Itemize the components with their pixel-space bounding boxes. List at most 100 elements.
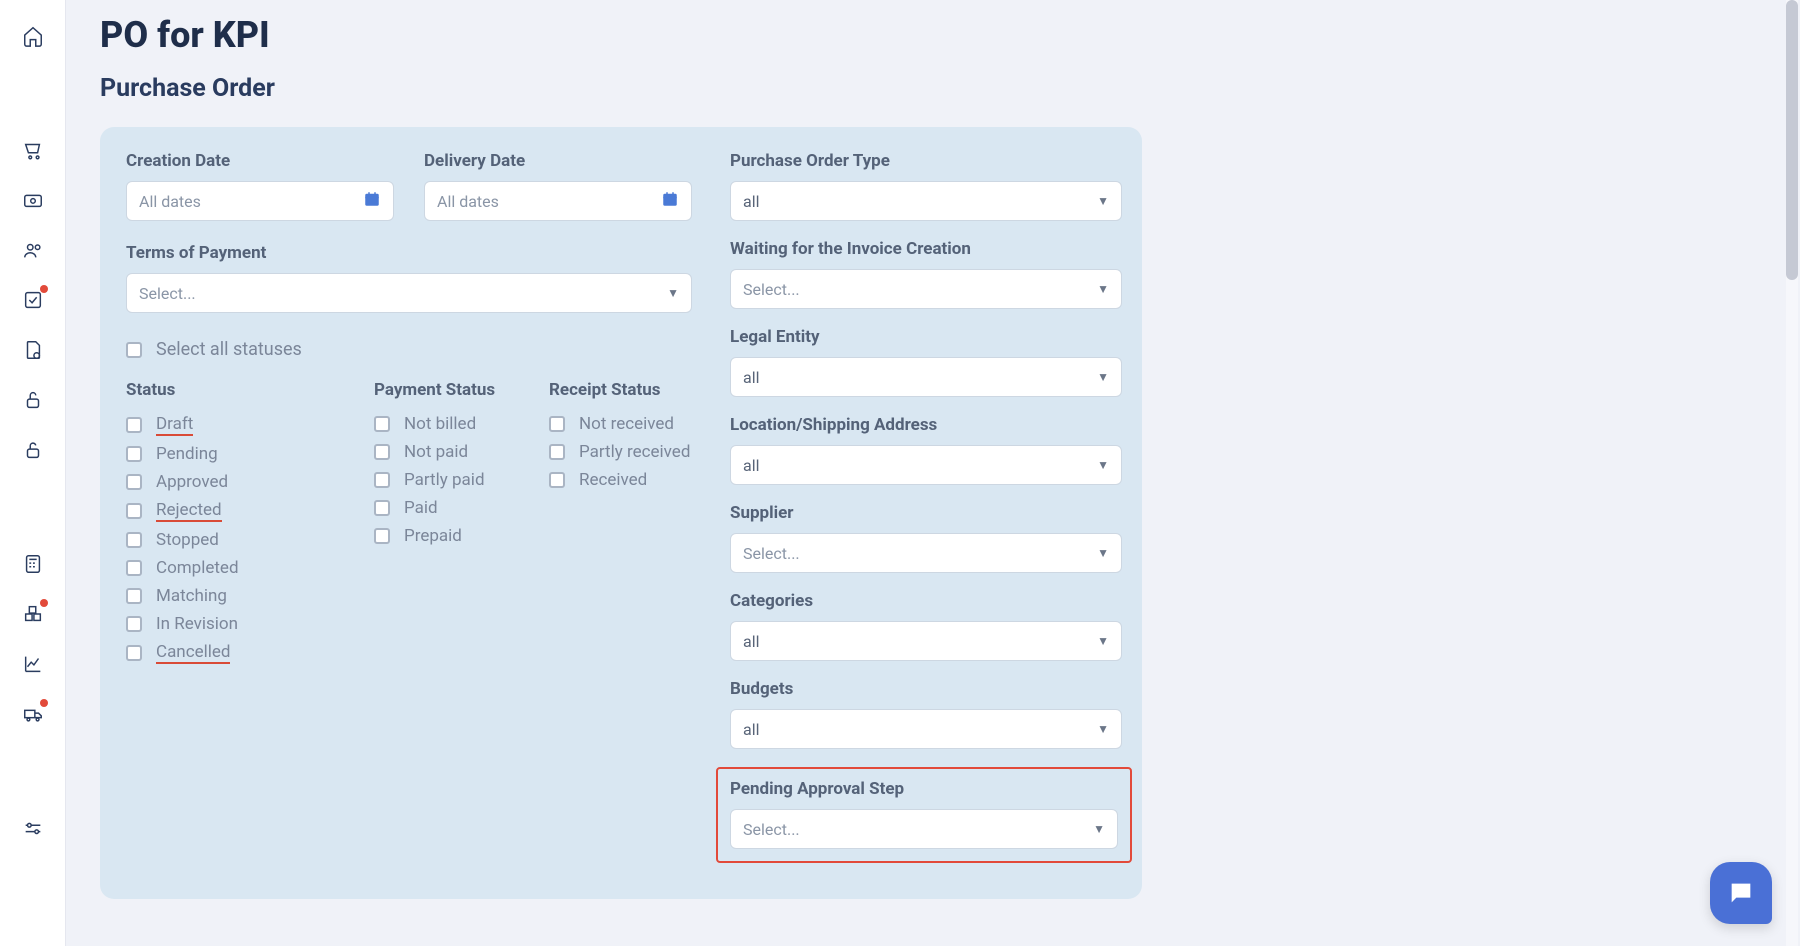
po-type-label: Purchase Order Type	[730, 151, 1132, 171]
rec-received-checkbox[interactable]	[549, 472, 565, 488]
chevron-down-icon: ▼	[1093, 822, 1105, 836]
status-approved-label: Approved	[156, 472, 228, 492]
legal-entity-label: Legal Entity	[730, 327, 1132, 347]
waiting-invoice-label: Waiting for the Invoice Creation	[730, 239, 1132, 259]
terms-select[interactable]: Select... ▼	[126, 273, 692, 313]
status-cancelled-checkbox[interactable]	[126, 645, 142, 661]
location-label: Location/Shipping Address	[730, 415, 1132, 435]
calculator-icon[interactable]	[21, 552, 45, 576]
status-matching-checkbox[interactable]	[126, 588, 142, 604]
home-icon[interactable]	[21, 24, 45, 48]
status-stopped-checkbox[interactable]	[126, 532, 142, 548]
status-matching-label: Matching	[156, 586, 227, 606]
terms-placeholder: Select...	[139, 284, 196, 303]
pay-notbilled-label: Not billed	[404, 414, 476, 434]
main-content: PO for KPI Purchase Order Creation Date …	[66, 0, 1800, 946]
scrollbar-thumb[interactable]	[1786, 0, 1798, 280]
pay-partlypaid-label: Partly paid	[404, 470, 485, 490]
chevron-down-icon: ▼	[667, 286, 679, 300]
pay-prepaid-checkbox[interactable]	[374, 528, 390, 544]
po-type-select[interactable]: all ▼	[730, 181, 1122, 221]
rec-partly-label: Partly received	[579, 442, 690, 462]
supplier-select[interactable]: Select... ▼	[730, 533, 1122, 573]
delivery-date-placeholder: All dates	[437, 192, 499, 211]
supplier-placeholder: Select...	[743, 544, 800, 563]
waiting-invoice-select[interactable]: Select... ▼	[730, 269, 1122, 309]
page-subtitle: Purchase Order	[100, 74, 1766, 103]
pending-approval-highlight: Pending Approval Step Select... ▼	[716, 767, 1132, 863]
rec-notreceived-label: Not received	[579, 414, 674, 434]
status-rejected-checkbox[interactable]	[126, 503, 142, 519]
users-icon[interactable]	[21, 238, 45, 262]
chevron-down-icon: ▼	[1097, 458, 1109, 472]
select-all-checkbox[interactable]	[126, 342, 142, 358]
terms-label: Terms of Payment	[126, 243, 698, 263]
rec-notreceived-checkbox[interactable]	[549, 416, 565, 432]
chart-icon[interactable]	[21, 652, 45, 676]
categories-value: all	[743, 632, 759, 651]
calendar-icon	[363, 190, 381, 212]
sidebar	[0, 0, 66, 946]
waiting-invoice-placeholder: Select...	[743, 280, 800, 299]
budgets-value: all	[743, 720, 759, 739]
pay-paid-checkbox[interactable]	[374, 500, 390, 516]
chevron-down-icon: ▼	[1097, 194, 1109, 208]
lock-open-icon[interactable]	[21, 388, 45, 412]
status-stopped-label: Stopped	[156, 530, 219, 550]
truck-icon[interactable]	[21, 702, 45, 726]
filter-panel: Creation Date All dates Delivery Date Al…	[100, 127, 1142, 899]
status-inrevision-checkbox[interactable]	[126, 616, 142, 632]
select-all-label: Select all statuses	[156, 339, 302, 360]
status-inrevision-label: In Revision	[156, 614, 238, 634]
status-rejected-label: Rejected	[156, 500, 222, 522]
categories-select[interactable]: all ▼	[730, 621, 1122, 661]
cart-icon[interactable]	[21, 138, 45, 162]
pay-prepaid-label: Prepaid	[404, 526, 462, 546]
po-type-value: all	[743, 192, 759, 211]
pay-partlypaid-checkbox[interactable]	[374, 472, 390, 488]
chat-button[interactable]	[1710, 862, 1772, 924]
categories-label: Categories	[730, 591, 1132, 611]
status-pending-checkbox[interactable]	[126, 446, 142, 462]
chevron-down-icon: ▼	[1097, 546, 1109, 560]
budgets-select[interactable]: all▼	[730, 709, 1122, 749]
receipt-status-heading: Receipt Status	[549, 380, 690, 400]
pending-approval-label: Pending Approval Step	[730, 779, 1118, 799]
document-icon[interactable]	[21, 338, 45, 362]
delivery-date-input[interactable]: All dates	[424, 181, 692, 221]
creation-date-placeholder: All dates	[139, 192, 201, 211]
boxes-icon[interactable]	[21, 602, 45, 626]
location-select[interactable]: all ▼	[730, 445, 1122, 485]
budgets-label: Budgets	[730, 679, 1132, 699]
legal-entity-value: all	[743, 368, 759, 387]
creation-date-input[interactable]: All dates	[126, 181, 394, 221]
legal-entity-select[interactable]: all ▼	[730, 357, 1122, 397]
pending-approval-placeholder: Select...	[743, 820, 800, 839]
status-heading: Status	[126, 380, 374, 400]
chevron-down-icon: ▼	[1097, 370, 1109, 384]
status-completed-checkbox[interactable]	[126, 560, 142, 576]
rec-received-label: Received	[579, 470, 647, 490]
status-pending-label: Pending	[156, 444, 218, 464]
pending-approval-select[interactable]: Select... ▼	[730, 809, 1118, 849]
pay-notpaid-label: Not paid	[404, 442, 468, 462]
page-title: PO for KPI	[100, 14, 1766, 56]
pay-notbilled-checkbox[interactable]	[374, 416, 390, 432]
rec-partly-checkbox[interactable]	[549, 444, 565, 460]
status-draft-label: Draft	[156, 414, 193, 436]
status-draft-checkbox[interactable]	[126, 417, 142, 433]
lock-icon[interactable]	[21, 438, 45, 462]
chevron-down-icon: ▼	[1097, 634, 1109, 648]
settings-icon[interactable]	[21, 816, 45, 840]
status-completed-label: Completed	[156, 558, 239, 578]
money-icon[interactable]	[21, 188, 45, 212]
pay-notpaid-checkbox[interactable]	[374, 444, 390, 460]
payment-status-heading: Payment Status	[374, 380, 549, 400]
pay-paid-label: Paid	[404, 498, 438, 518]
checkbox-icon[interactable]	[21, 288, 45, 312]
location-value: all	[743, 456, 759, 475]
chevron-down-icon: ▼	[1097, 282, 1109, 296]
scrollbar-track	[1786, 0, 1798, 946]
delivery-date-label: Delivery Date	[424, 151, 692, 171]
status-approved-checkbox[interactable]	[126, 474, 142, 490]
